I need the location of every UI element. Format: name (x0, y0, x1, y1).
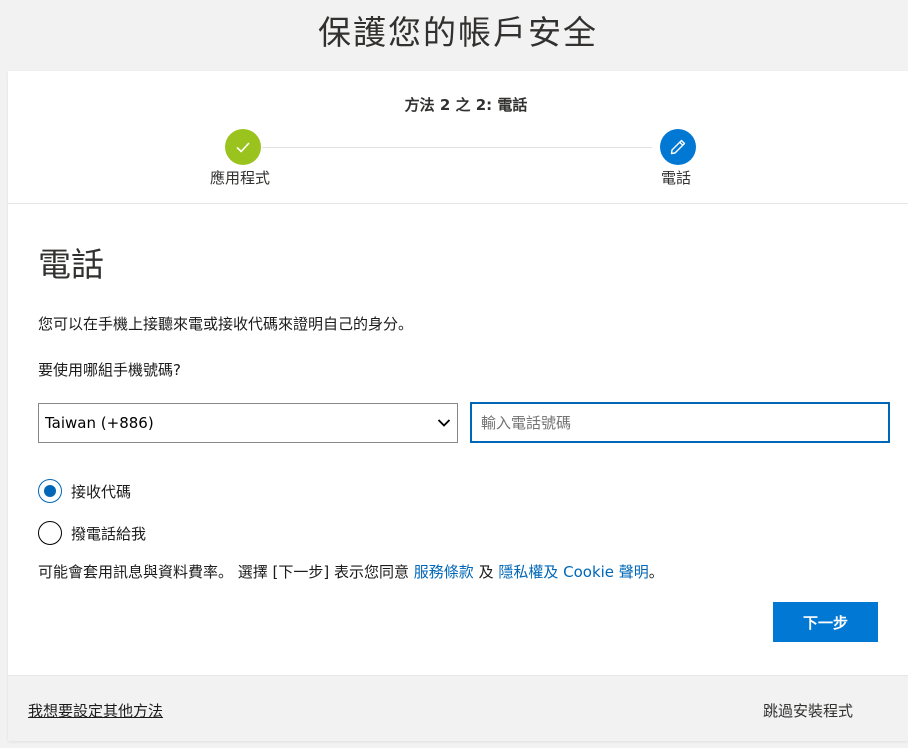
radio-option-call-me[interactable]: 撥電話給我 (38, 521, 146, 545)
terms-suffix: 。 (648, 563, 664, 581)
page-title: 保護您的帳戶安全 (318, 13, 598, 52)
progress-stepper: 方法 2 之 2: 電話 應用程式 電話 (8, 71, 908, 204)
other-method-link[interactable]: 我想要設定其他方法 (28, 700, 163, 721)
step-label-app: 應用程式 (210, 169, 271, 187)
radio-option-receive-code[interactable]: 接收代碼 (38, 479, 131, 503)
terms-of-service-link[interactable]: 服務條款 (414, 563, 474, 581)
phone-number-input[interactable] (470, 402, 890, 443)
country-code-select[interactable]: Taiwan (+886) (38, 403, 458, 443)
pencil-icon (660, 129, 696, 165)
check-icon (225, 129, 261, 165)
radio-button-selected[interactable] (38, 479, 62, 503)
footer: 我想要設定其他方法 跳過安裝程式 (8, 675, 908, 741)
setup-card: 方法 2 之 2: 電話 應用程式 電話 電話 您可以在手機上接聽來電或接收代碼… (8, 71, 908, 741)
step-label-phone: 電話 (661, 169, 692, 187)
step-heading: 方法 2 之 2: 電話 (404, 96, 528, 114)
terms-middle: 及 (473, 563, 499, 581)
radio-button[interactable] (38, 521, 62, 545)
step-connector-line (262, 147, 652, 148)
radio-label: 接收代碼 (71, 482, 132, 501)
country-code-value: Taiwan (+886) (45, 414, 154, 432)
terms-prefix: 可能會套用訊息與資料費率。 選擇 [下一步] 表示您同意 (38, 563, 414, 581)
section-title: 電話 (38, 245, 104, 284)
next-button[interactable]: 下一步 (773, 602, 878, 642)
radio-label: 撥電話給我 (71, 524, 147, 543)
skip-setup-link[interactable]: 跳過安裝程式 (763, 700, 853, 721)
method-description: 您可以在手機上接聽來電或接收代碼來證明自己的身分。 (38, 315, 414, 333)
chevron-down-icon (437, 414, 451, 432)
phone-question: 要使用哪組手機號碼? (38, 361, 181, 379)
privacy-cookie-link[interactable]: 隱私權及 Cookie 聲明 (498, 563, 648, 581)
terms-text: 可能會套用訊息與資料費率。 選擇 [下一步] 表示您同意 服務條款 及 隱私權及… (38, 561, 664, 582)
